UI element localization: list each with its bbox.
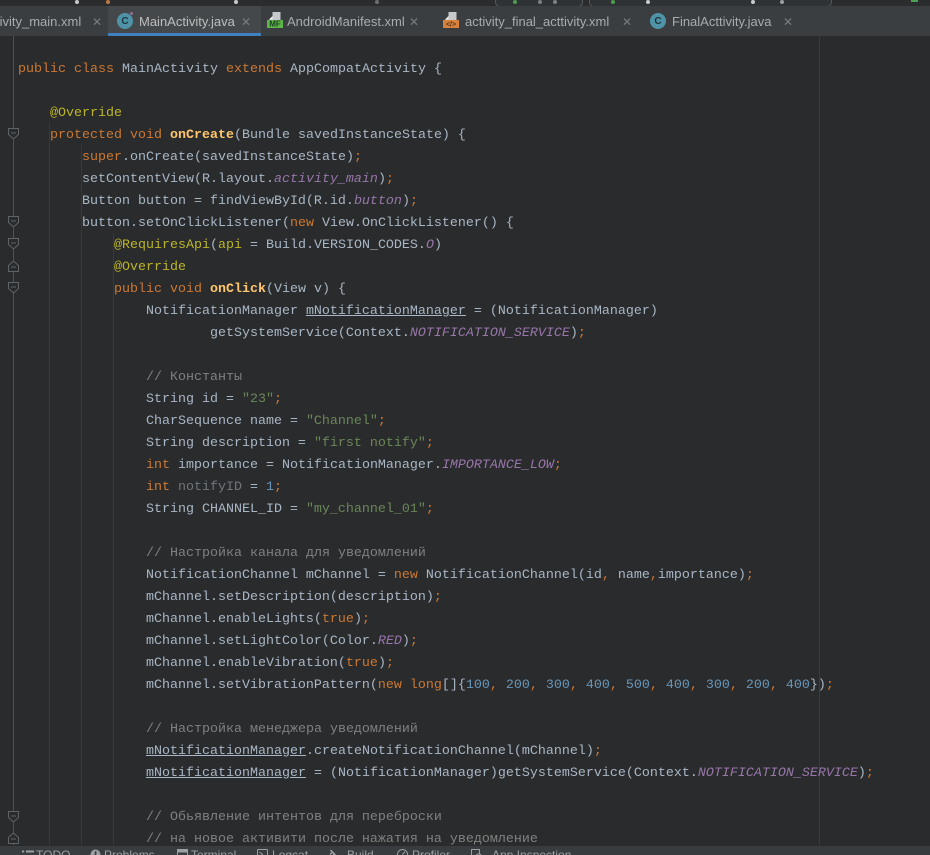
svg-text:</>: </> <box>446 22 456 29</box>
svg-text:MF: MF <box>269 20 281 29</box>
